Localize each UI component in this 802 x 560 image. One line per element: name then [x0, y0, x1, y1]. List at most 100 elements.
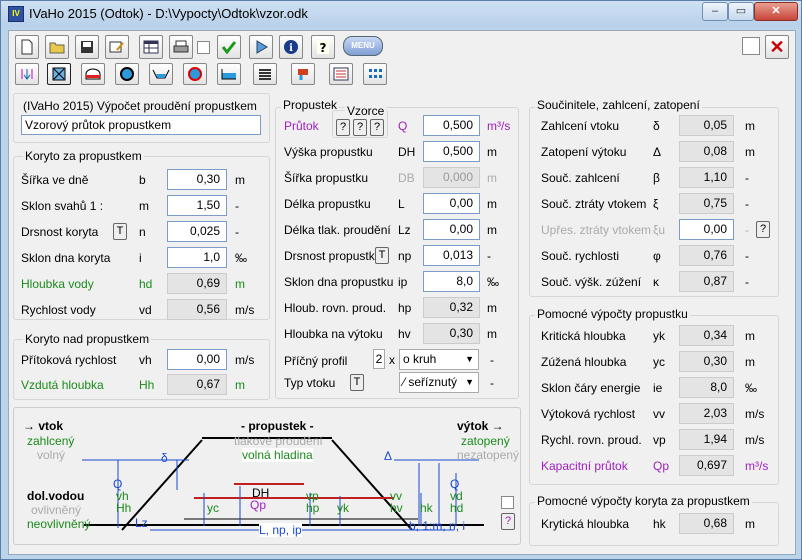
koryto-nad-label: Vzdutá hloubka [21, 378, 104, 392]
formula-help-button-3[interactable]: ? [370, 119, 384, 136]
chevron-down-icon: ▼ [465, 377, 474, 387]
koryto-nad-input[interactable]: 0,00 [167, 349, 227, 370]
calculation-name-input[interactable]: Vzorový průtok propustkem [21, 115, 261, 135]
pomocne-unit: m/s [745, 433, 765, 447]
vtok-table-button[interactable]: T [350, 374, 364, 391]
koryto-za-label: Rychlost vody [21, 303, 96, 317]
circle-profile-icon[interactable] [115, 63, 139, 85]
propustek-input[interactable]: 8,0 [423, 271, 480, 292]
client-area: i ? MENU ✕ (IVaHo 2015) Výpočet proudění… [8, 30, 796, 555]
profile-count-spinner[interactable]: 2 [373, 349, 385, 369]
diagram-help-button[interactable]: ? [501, 513, 515, 530]
upresneni-ztraty-input[interactable]: 0,00 [679, 219, 734, 240]
embankment-right [331, 439, 413, 531]
formula-help-button-2[interactable]: ? [353, 119, 367, 136]
grid-icon[interactable] [363, 63, 387, 85]
app-heading: (IVaHo 2015) Výpočet proudění propustkem [23, 99, 257, 113]
circle-red-icon[interactable] [183, 63, 207, 85]
soucinitel-symbol: δ [653, 119, 660, 133]
diagram-tlakove: tlakové proudění [234, 434, 323, 448]
koryto-za-label: Šířka ve dně [21, 173, 89, 187]
report-icon[interactable] [329, 63, 353, 85]
drsnost-propustku-table-button[interactable]: T [375, 247, 389, 264]
info-icon[interactable]: i [279, 35, 303, 59]
diagram-volny: volný [37, 448, 66, 462]
diagram-yk: yk [337, 501, 349, 515]
pomocne-label: Sklon čáry energie [541, 381, 641, 395]
propustek-unit: m [487, 171, 497, 185]
app-window: IV IVaHo 2015 (Odtok) - D:\Vypocty\Odtok… [0, 0, 802, 560]
soucinitel-label: Souč. zahlcení [541, 171, 620, 185]
kryticka-hloubka-unit: m [745, 517, 755, 531]
propustek-input[interactable]: 0,500 [423, 115, 480, 136]
help-icon[interactable]: ? [311, 35, 335, 59]
propustek-input[interactable]: 0,00 [423, 219, 480, 240]
diagram-l: L, np, ip [259, 523, 302, 537]
diagram-hv: hv [390, 501, 403, 515]
box-culvert-icon[interactable] [47, 63, 71, 85]
soucinitel-value: 0,08 [679, 141, 734, 162]
soucinitel-unit: - [745, 171, 749, 185]
propustek-input[interactable]: 0,500 [423, 141, 480, 162]
propustek-unit: m [487, 197, 497, 211]
soucinitel-label: Zahlcení vtoku [541, 119, 620, 133]
diagram-checkbox[interactable] [501, 496, 514, 509]
layers-icon[interactable] [253, 63, 277, 85]
profile-select[interactable]: o kruh ▼ [399, 349, 479, 370]
pomocne-unit: ‰ [745, 381, 757, 395]
chevron-down-icon: ▼ [465, 354, 474, 364]
formula-help-button-1[interactable]: ? [336, 119, 350, 136]
vtok-type-select[interactable]: ⁄ seříznutý ▼ [399, 372, 479, 393]
koryto-nad-title: Koryto nad propustkem [23, 332, 152, 346]
koryto-za-unit: ‰ [235, 251, 247, 265]
option-checkbox[interactable] [197, 41, 210, 54]
soucinitel-unit: m [745, 119, 755, 133]
arch-profile-icon[interactable] [81, 63, 105, 85]
exit-icon[interactable]: ✕ [765, 35, 789, 59]
koryto-za-input[interactable]: 1,50 [167, 195, 227, 216]
upresneni-help-button[interactable]: ? [756, 221, 770, 238]
profile-times: x [389, 353, 395, 367]
diagram-hk: hk [420, 501, 433, 515]
minimize-button[interactable]: – [702, 2, 728, 21]
koryto-za-input[interactable]: 0,025 [167, 221, 227, 242]
propustek-label: Šířka propustku [284, 171, 369, 185]
soucinitel-unit: - [745, 223, 749, 237]
pomocne-symbol: Qp [653, 459, 670, 473]
channel-profile-icon[interactable] [149, 63, 173, 85]
flow-arrow-icon[interactable] [15, 63, 39, 85]
soucinitel-symbol: ξu [653, 223, 666, 237]
soucinitel-value: 0,76 [679, 245, 734, 266]
edit-notes-icon[interactable] [105, 35, 129, 59]
window-close-button[interactable]: ✕ [754, 2, 798, 21]
koryto-za-label: Drsnost koryta [21, 225, 99, 239]
table-view-icon[interactable] [139, 35, 163, 59]
print-icon[interactable] [169, 35, 193, 59]
maximize-button[interactable]: ▭ [728, 2, 754, 21]
koryto-nad-unit: m/s [235, 353, 255, 367]
pomocne-symbol: yk [653, 329, 665, 343]
top-right-checkbox[interactable] [742, 37, 760, 55]
koryto-za-unit: m [235, 277, 245, 291]
run-calculation-icon[interactable] [249, 35, 273, 59]
propustek-input[interactable]: 0,00 [423, 193, 480, 214]
koryto-za-input[interactable]: 0,30 [167, 169, 227, 190]
drsnost-table-button[interactable]: T [113, 223, 127, 240]
soucinitel-unit: - [745, 249, 749, 263]
koryto-za-unit: - [235, 225, 239, 239]
confirm-check-icon[interactable] [217, 35, 241, 59]
title-bar: IV IVaHo 2015 (Odtok) - D:\Vypocty\Odtok… [1, 1, 801, 27]
diagram-volna-hladina: volná hladina [242, 448, 313, 462]
propustek-input[interactable]: 0,013 [423, 245, 480, 266]
open-folder-icon[interactable] [45, 35, 69, 59]
outflow-icon[interactable] [291, 63, 315, 85]
new-file-icon[interactable] [15, 35, 39, 59]
koryto-za-label: Sklon svahů 1 : [21, 199, 104, 213]
menu-button[interactable]: MENU [343, 36, 383, 56]
weir-profile-icon[interactable] [217, 63, 241, 85]
koryto-za-input[interactable]: 1,0 [167, 247, 227, 268]
save-icon[interactable] [75, 35, 99, 59]
diagram-qp: Qp [250, 498, 267, 512]
koryto-za-symbol: i [139, 251, 142, 265]
diagram-zatopeny: zatopený [461, 434, 510, 448]
